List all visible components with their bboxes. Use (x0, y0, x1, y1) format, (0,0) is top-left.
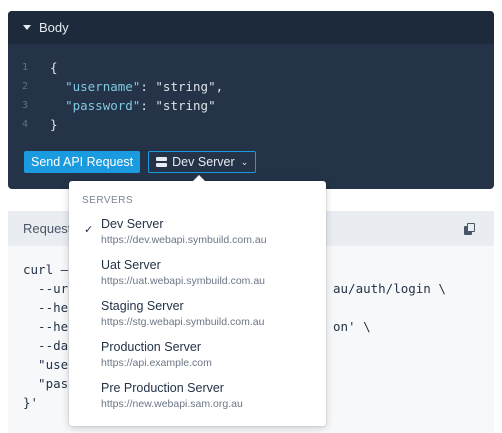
body-panel: Body 1 { 2 "username": "string", 3 "pass… (8, 11, 494, 189)
body-actions: Send API Request Dev Server ⌄ (24, 151, 257, 173)
server-option-staging[interactable]: Staging Server https://stg.webapi.symbui… (69, 292, 326, 333)
code-text: "username": "string", (50, 77, 223, 96)
code-line: 2 "username": "string", (8, 77, 494, 96)
request-line-tail: au/auth/login \ (333, 281, 446, 296)
body-code-editor[interactable]: 1 { 2 "username": "string", 3 "password"… (8, 44, 494, 134)
code-text: } (50, 117, 58, 132)
caret-down-icon (23, 25, 31, 30)
checkmark-icon: ✓ (84, 224, 94, 236)
request-line-text: "use (23, 357, 69, 372)
json-value: "string" (155, 79, 216, 94)
server-select-button[interactable]: Dev Server ⌄ (148, 151, 257, 173)
line-number: 3 (22, 100, 29, 111)
request-panel-title: Request (23, 221, 72, 236)
request-line-text: --ur (23, 281, 69, 296)
server-option-name: Uat Server (101, 258, 161, 272)
code-line: 4 } (8, 115, 494, 134)
request-line-text: "pas (23, 376, 69, 391)
server-option-name: Dev Server (101, 217, 164, 231)
send-api-request-button[interactable]: Send API Request (24, 151, 141, 173)
chevron-down-icon: ⌄ (240, 156, 249, 167)
request-line-text: --he (23, 300, 69, 315)
code-text: { (50, 60, 58, 75)
line-number: 4 (22, 119, 29, 130)
request-line-text: --da (23, 338, 69, 353)
server-option-name: Pre Production Server (101, 381, 224, 395)
json-tail: , (215, 79, 224, 94)
body-panel-header[interactable]: Body (8, 11, 494, 44)
server-option-url: https://stg.webapi.symbuild.com.au (101, 316, 265, 328)
code-text: "password": "string" (50, 96, 216, 115)
server-option-url: https://new.webapi.sam.org.au (101, 398, 243, 410)
server-option-url: https://uat.webapi.symbuild.com.au (101, 275, 266, 287)
server-option-uat[interactable]: Uat Server https://uat.webapi.symbuild.c… (69, 251, 326, 292)
server-option-url: https://dev.webapi.symbuild.com.au (101, 234, 267, 246)
server-icon (156, 157, 168, 167)
server-option-name: Production Server (101, 340, 202, 354)
request-line-text: --he (23, 319, 69, 334)
body-panel-title: Body (39, 20, 69, 35)
dropdown-heading: SERVERS (82, 195, 134, 206)
json-sep: : (140, 98, 156, 113)
code-line: 3 "password": "string" (8, 96, 494, 115)
server-option-dev[interactable]: ✓ Dev Server https://dev.webapi.symbuild… (69, 210, 326, 251)
code-line: 1 { (8, 58, 494, 77)
request-line-text: }' (23, 395, 39, 410)
request-line-tail: on' \ (333, 319, 371, 334)
line-number: 2 (22, 81, 29, 92)
server-select-label: Dev Server (172, 155, 235, 169)
server-option-pre-production[interactable]: Pre Production Server https://new.webapi… (69, 374, 326, 415)
server-option-name: Staging Server (101, 299, 184, 313)
json-value: "string" (155, 98, 216, 113)
json-key: "username" (65, 79, 141, 94)
json-key: "password" (65, 98, 141, 113)
line-number: 1 (22, 62, 29, 73)
request-line-text: curl – (23, 262, 69, 277)
copy-icon[interactable] (464, 223, 476, 235)
server-option-url: https://api.example.com (101, 357, 212, 369)
dropdown-arrow (193, 175, 205, 181)
server-option-production[interactable]: Production Server https://api.example.co… (69, 333, 326, 374)
json-sep: : (140, 79, 156, 94)
server-dropdown-menu: SERVERS ✓ Dev Server https://dev.webapi.… (69, 175, 326, 426)
